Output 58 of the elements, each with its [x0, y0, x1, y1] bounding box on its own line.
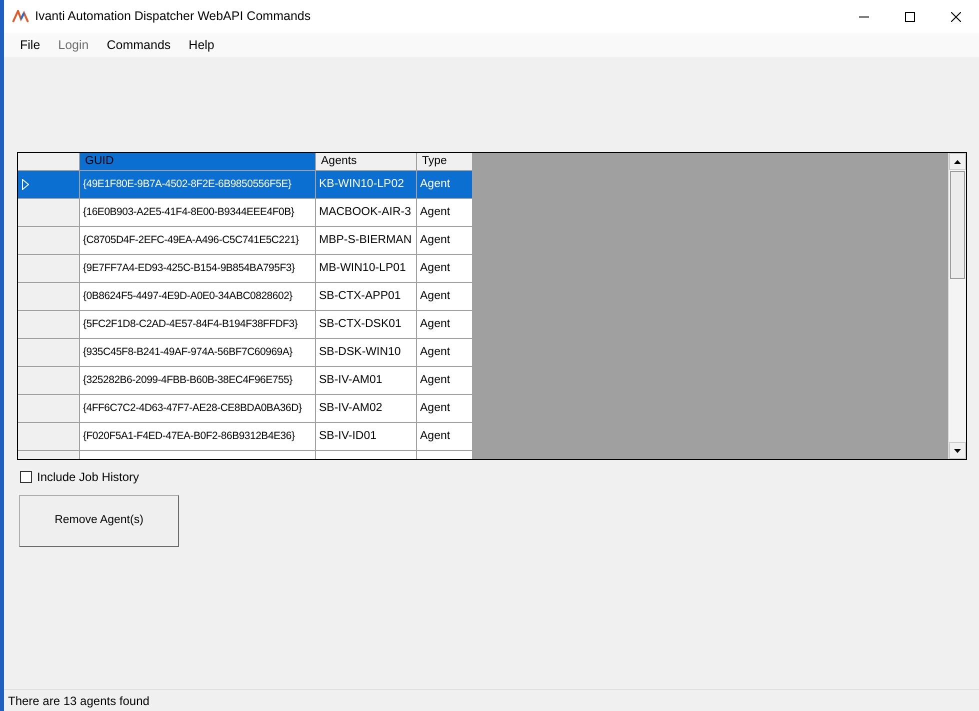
table-cell: {935C45F8-B241-49AF-974A-56BF7C60969A} [80, 339, 316, 367]
table-cell: Agent [417, 423, 473, 451]
menu-item[interactable]: Commands [98, 36, 180, 54]
status-text: There are 13 agents found [8, 692, 150, 710]
table-cell: {C8705D4F-2EFC-49EA-A496-C5C741E5C221} [80, 227, 316, 255]
table-cell: {4FF6C7C2-4D63-47F7-AE28-CE8BDA0BA36D} [80, 395, 316, 423]
table-cell: SB-CTX-DSK01 [316, 311, 417, 339]
table-cell: Agent [417, 283, 473, 311]
table-cell: {5FC2F1D8-C2AD-4E57-84F4-B194F38FFDF3} [80, 311, 316, 339]
row-header[interactable] [18, 367, 80, 395]
table-cell: SB-IV-AM01 [316, 367, 417, 395]
table-cell: {0B8624F5-4497-4E9D-A0E0-34ABC0828602} [80, 283, 316, 311]
table-cell: MB-WIN10-LP01 [316, 255, 417, 283]
maximize-icon [905, 12, 915, 22]
row-pointer-icon [22, 179, 29, 190]
table-cell: Agent [417, 311, 473, 339]
table-cell: Agent [417, 367, 473, 395]
table-cell: SB-CTX-APP01 [316, 283, 417, 311]
scrollbar[interactable] [948, 153, 966, 459]
table-cell: KB-WIN10-LP02 [316, 171, 417, 199]
table-cell: SB-IV-AM02 [316, 395, 417, 423]
table-cell: Agent [417, 171, 473, 199]
row-header[interactable] [18, 311, 80, 339]
row-header[interactable] [18, 423, 80, 451]
table-cell: Agent [417, 255, 473, 283]
remove-agents-button[interactable]: Remove Agent(s) [19, 495, 179, 547]
table-cell: Agent [417, 339, 473, 367]
table-cell: {F020F5A1-F4ED-47EA-B0F2-86B9312B4E36} [80, 423, 316, 451]
checkbox-label: Include Job History [37, 469, 140, 486]
table-cell: Agent [417, 227, 473, 255]
row-header[interactable] [18, 339, 80, 367]
row-header[interactable] [18, 171, 80, 199]
table-cell: {16E0B903-A2E5-41F4-8E00-B9344EEE4F0B} [80, 199, 316, 227]
table-cell: {49E1F80E-9B7A-4502-8F2E-6B9850556F5E} [80, 171, 316, 199]
menu-item[interactable]: Help [180, 36, 224, 54]
menu-item[interactable]: File [11, 36, 50, 54]
table-cell: Agent [417, 199, 473, 227]
row-header[interactable] [18, 395, 80, 423]
column-header[interactable]: GUID [80, 153, 316, 171]
table-cell: SB-DSK-WIN10 [316, 339, 417, 367]
row-header[interactable] [18, 227, 80, 255]
row-header[interactable] [18, 255, 80, 283]
table-cell: {325282B6-2099-4FBB-B60B-38EC4F96E755} [80, 367, 316, 395]
row-header[interactable] [18, 283, 80, 311]
scroll-down-icon[interactable] [954, 448, 961, 452]
table-cell: SB-IV-ID01 [316, 423, 417, 451]
table-cell: {9E7FF7A4-ED93-425C-B154-9B854BA795F3} [80, 255, 316, 283]
table-cell: MBP-S-BIERMAN [316, 227, 417, 255]
table-cell: Agent [417, 395, 473, 423]
close-icon [951, 12, 961, 22]
checkbox[interactable] [20, 471, 32, 483]
table-cell: MACBOOK-AIR-3 [316, 199, 417, 227]
column-header[interactable]: Type [417, 153, 473, 171]
app-logo-icon [12, 10, 29, 23]
scroll-up-icon[interactable] [954, 160, 961, 164]
window-title: Ivanti Automation Dispatcher WebAPI Commands [35, 8, 311, 26]
row-header[interactable] [18, 199, 80, 227]
column-header[interactable]: Agents [316, 153, 417, 171]
